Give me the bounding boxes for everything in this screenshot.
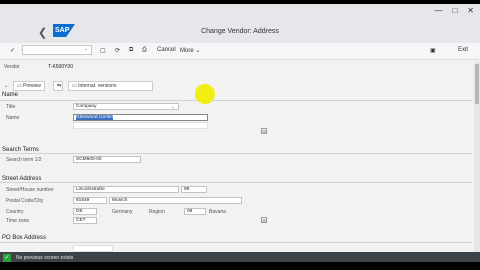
more-fields-icon[interactable]: ⊞ (261, 217, 267, 223)
link-icon[interactable]: ⇆ (53, 81, 63, 91)
sap-window: — □ ✕ ❮ SAP Change Vendor: Address ✓ ⌄ ▢… (0, 4, 480, 262)
preview-label: Preview (23, 83, 41, 89)
house-number-value: 99 (184, 187, 190, 192)
preview-button[interactable]: ▭ Preview (13, 81, 45, 91)
region-value: 09 (187, 209, 193, 214)
search-term-value: SCM500-00 (76, 157, 102, 162)
status-message: No previous screen exists (16, 255, 74, 261)
window-controls: — □ ✕ (434, 6, 474, 15)
country-value: DE (76, 209, 83, 214)
maximize-icon[interactable]: □ (452, 6, 457, 15)
region-field[interactable]: 09 (184, 208, 206, 215)
print-icon[interactable]: ⎙ (142, 47, 147, 54)
chevron-down-icon: ⌄ (83, 46, 88, 52)
more-menu[interactable]: More ⌄ (180, 47, 200, 54)
command-field[interactable]: ⌄ (22, 45, 92, 55)
chevron-down-icon: ⌄ (170, 104, 175, 110)
exit-button[interactable]: Exit (458, 47, 468, 53)
postal-code-value: 81549 (76, 198, 90, 203)
region-name: Bavaria (209, 209, 226, 215)
time-zone-label: Time zone (6, 218, 30, 224)
more-label: More (180, 48, 194, 54)
divider (0, 100, 472, 101)
success-icon: ✓ (3, 254, 11, 262)
scrollbar[interactable] (474, 62, 480, 252)
main-content: Vendor T-K500Y00 ⌄ ▭ Preview ⇆ ▭ Interna… (0, 62, 480, 252)
expand-icon[interactable]: ⌄ (4, 83, 8, 89)
region-label: Region (149, 209, 165, 215)
new-icon[interactable]: ▢ (100, 47, 106, 54)
copy-icon[interactable]: ⧉ (129, 47, 133, 54)
minimize-icon[interactable]: — (434, 6, 442, 15)
po-box-field[interactable] (73, 245, 113, 252)
street-field[interactable]: Lincolnstraße (73, 186, 179, 193)
time-zone-value: CET (76, 218, 86, 223)
divider (0, 153, 472, 154)
close-icon[interactable]: ✕ (467, 6, 474, 15)
street-value: Lincolnstraße (76, 187, 105, 192)
vendor-label: Vendor (4, 64, 20, 70)
country-field[interactable]: DE (73, 208, 97, 215)
postal-city-label: Postal Code/City (6, 198, 44, 204)
city-field[interactable]: Munich (109, 197, 242, 204)
internat-versions-button[interactable]: ▭ Internat. versions (68, 81, 153, 91)
street-label: Street/House number (6, 187, 54, 193)
name-field[interactable]: Glenwood Center (73, 114, 208, 121)
cancel-button[interactable]: Cancel (157, 47, 176, 53)
title-value: Company (76, 104, 97, 109)
postal-code-field[interactable]: 81549 (73, 197, 107, 204)
search-term-label: Search term 1/2 (6, 157, 42, 163)
check-icon[interactable]: ✓ (10, 47, 15, 54)
internat-versions-label: Internat. versions (78, 83, 117, 89)
more-fields-icon[interactable]: ⊞ (261, 128, 267, 134)
country-label: Country (6, 209, 24, 215)
name-label: Name (6, 115, 20, 121)
toolbar: ✓ ⌄ ▢ ⟳ ⧉ ⎙ Cancel More ⌄ ▣ Exit (0, 43, 480, 60)
divider (0, 182, 472, 183)
search-term-field[interactable]: SCM500-00 (73, 156, 141, 163)
city-value: Munich (112, 198, 128, 203)
po-box-title: PO Box Address (2, 235, 47, 241)
title-dropdown[interactable]: Company ⌄ (73, 103, 179, 110)
country-name: Germany (112, 209, 133, 215)
name-section-title: Name (2, 92, 19, 98)
house-number-field[interactable]: 99 (181, 186, 207, 193)
name-value: Glenwood Center (76, 115, 114, 120)
vendor-value: T-K500Y00 (48, 64, 74, 70)
page-title: Change Vendor: Address (201, 28, 279, 35)
refresh-icon[interactable]: ⟳ (115, 47, 120, 54)
name-field-2[interactable] (73, 122, 208, 129)
divider (0, 242, 472, 243)
scrollbar-thumb[interactable] (475, 64, 479, 104)
mouse-cursor-highlight (195, 84, 215, 104)
title-label: Title (6, 104, 16, 110)
screen-icon[interactable]: ▣ (430, 47, 436, 54)
status-bar: ✓ No previous screen exists (0, 252, 480, 262)
time-zone-field[interactable]: CET (73, 217, 97, 224)
